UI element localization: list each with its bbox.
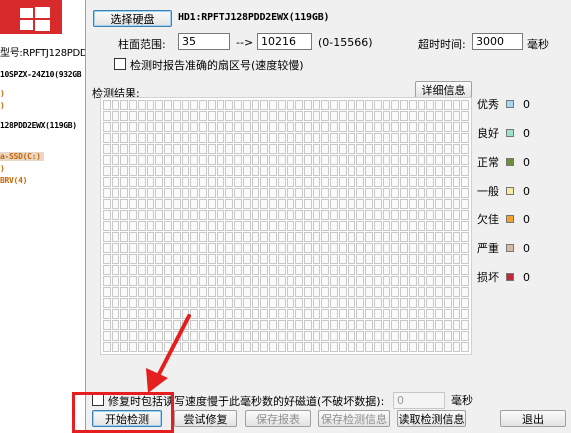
annotation-arrow-shaft <box>155 314 191 380</box>
annotation-arrow-overlay <box>146 314 191 393</box>
annotation-highlight-box <box>72 392 174 433</box>
annotation-arrow-head <box>146 368 168 393</box>
